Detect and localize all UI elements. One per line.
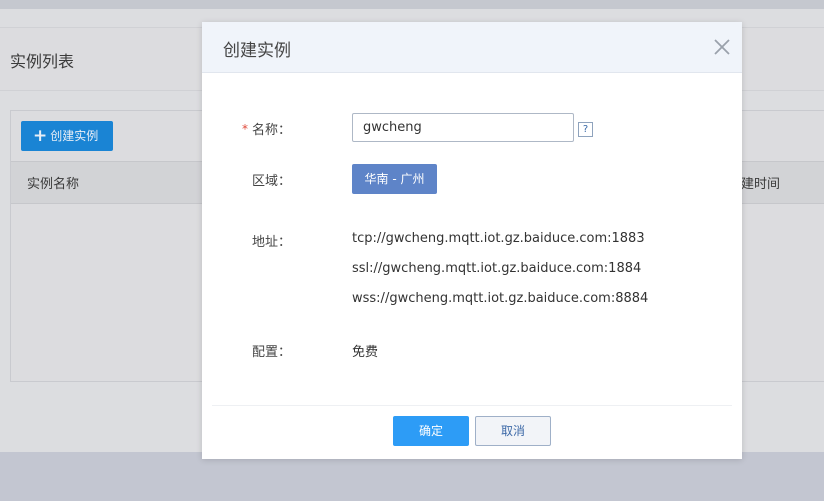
close-icon[interactable] bbox=[712, 37, 732, 57]
dialog-header: 创建实例 bbox=[202, 22, 742, 73]
required-mark: * bbox=[242, 122, 248, 136]
name-input[interactable] bbox=[352, 113, 574, 142]
config-label: 配置： bbox=[252, 345, 292, 360]
address-ssl: ssl://gwcheng.mqtt.iot.gz.baiduce.com:18… bbox=[352, 261, 642, 276]
address-tcp: tcp://gwcheng.mqtt.iot.gz.baiduce.com:18… bbox=[352, 231, 645, 246]
help-icon[interactable]: ? bbox=[578, 122, 593, 137]
create-instance-button[interactable]: + 创建实例 bbox=[21, 121, 113, 151]
column-header-instance-name: 实例名称 bbox=[27, 177, 80, 192]
create-instance-dialog: 创建实例 * 名称： ? 区域： 华南 - 广州 地址： tcp://gwche… bbox=[202, 22, 742, 459]
dialog-title: 创建实例 bbox=[223, 41, 291, 61]
plus-icon: + bbox=[33, 126, 48, 146]
confirm-button[interactable]: 确定 bbox=[393, 416, 469, 446]
region-label: 区域： bbox=[252, 174, 292, 189]
address-wss: wss://gwcheng.mqtt.iot.gz.baiduce.com:88… bbox=[352, 291, 649, 306]
create-instance-button-label: 创建实例 bbox=[50, 129, 99, 143]
config-value: 免费 bbox=[352, 345, 379, 360]
address-label: 地址： bbox=[252, 235, 292, 250]
top-bar bbox=[0, 0, 824, 9]
dialog-divider bbox=[212, 405, 732, 406]
cancel-button[interactable]: 取消 bbox=[475, 416, 551, 446]
page-footer bbox=[0, 452, 824, 501]
column-header-created-time: 建时间 bbox=[741, 177, 781, 192]
name-label: 名称： bbox=[252, 123, 292, 138]
region-button-south-china-guangzhou[interactable]: 华南 - 广州 bbox=[352, 164, 437, 194]
page-title: 实例列表 bbox=[10, 52, 75, 71]
